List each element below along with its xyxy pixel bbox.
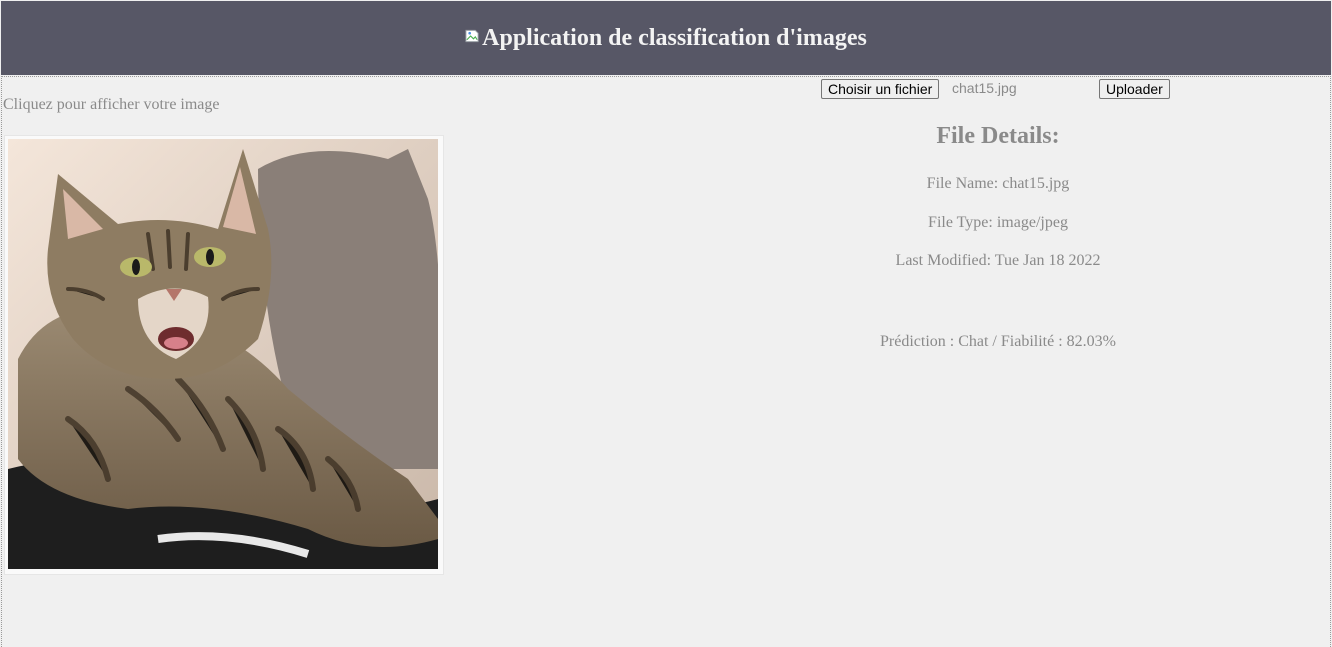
file-type-text: File Type: image/jpeg: [928, 214, 1068, 231]
cat-photo: [8, 139, 438, 569]
header-title-wrap: Application de classification d'images: [465, 25, 867, 52]
app-header: Application de classification d'images: [1, 1, 1331, 75]
file-details-heading: File Details:: [936, 123, 1060, 149]
broken-image-icon: [465, 29, 479, 43]
chosen-file-name: chat15.jpg: [952, 80, 1017, 96]
file-name-text: File Name: chat15.jpg: [926, 175, 1070, 192]
preview-image[interactable]: [4, 135, 444, 575]
upload-button[interactable]: Uploader: [1099, 79, 1170, 99]
image-hint-label: Cliquez pour afficher votre image: [3, 96, 220, 113]
last-modified-text: Last Modified: Tue Jan 18 2022: [895, 252, 1101, 269]
choose-file-button[interactable]: Choisir un fichier: [821, 79, 940, 99]
prediction-text: Prédiction : Chat / Fiabilité : 82.03%: [880, 333, 1116, 350]
page-title: Application de classification d'images: [482, 24, 867, 51]
